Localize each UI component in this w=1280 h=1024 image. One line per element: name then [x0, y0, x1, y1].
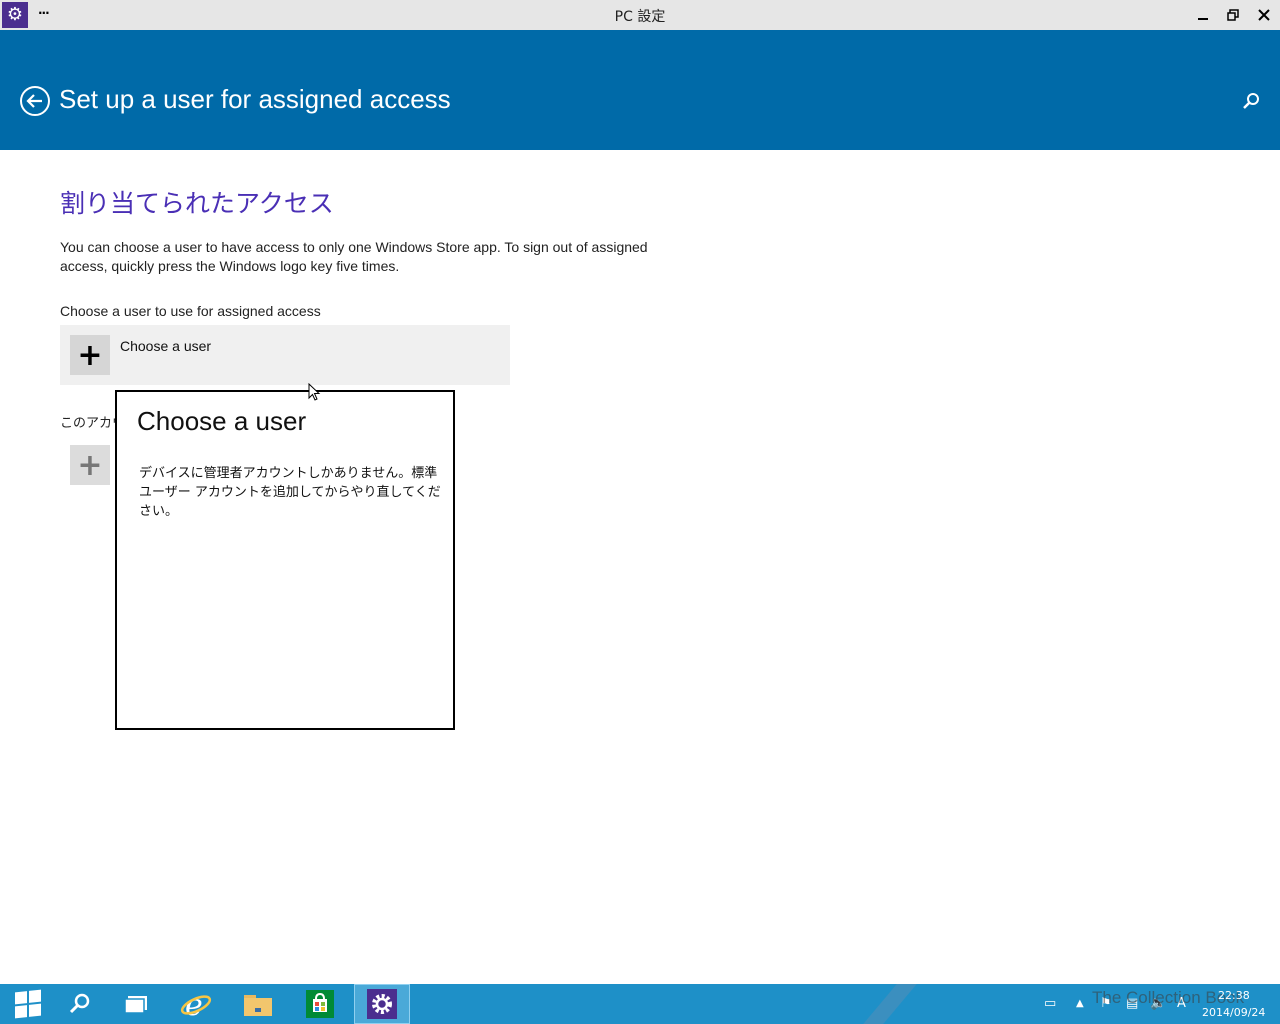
description-text: You can choose a user to have access to …: [60, 239, 648, 274]
title-bar: ⚙ ··· PC 設定: [0, 0, 1280, 30]
keyboard-icon[interactable]: ▭: [1044, 996, 1056, 1011]
file-explorer-icon[interactable]: [230, 984, 286, 1024]
plus-icon: +: [70, 335, 110, 375]
clock-date[interactable]: 2014/09/24: [1202, 1006, 1265, 1019]
page-title: Set up a user for assigned access: [59, 84, 451, 114]
choose-user-button-label: Choose a user: [120, 338, 212, 354]
window-title: PC 設定: [614, 9, 666, 25]
search-icon[interactable]: [52, 984, 108, 1024]
internet-explorer-icon[interactable]: e: [168, 984, 224, 1024]
taskbar: e ▭ ▲ ⚑ ▤ 🔈 A: [0, 984, 1280, 1024]
back-arrow-icon[interactable]: [20, 86, 50, 116]
settings-icon[interactable]: [354, 984, 410, 1024]
choose-user-label: Choose a user to use for assigned access: [60, 303, 321, 319]
restore-icon[interactable]: [1222, 4, 1244, 26]
store-icon[interactable]: [292, 984, 348, 1024]
mouse-cursor-icon: [308, 383, 321, 401]
minimize-icon[interactable]: [1192, 4, 1214, 26]
flyout-message: デバイスに管理者アカウントしかありません。標準ユーザー アカウントを追加してから…: [139, 466, 441, 519]
section-heading: 割り当てられたアクセス: [60, 189, 334, 218]
choose-user-flyout: Choose a user デバイスに管理者アカウントしかありません。標準ユーザ…: [115, 390, 455, 730]
start-icon[interactable]: [0, 984, 56, 1024]
show-hidden-icons-icon[interactable]: ▲: [1076, 998, 1084, 1009]
close-icon[interactable]: [1253, 4, 1275, 26]
plus-icon: +: [77, 447, 103, 483]
flyout-title: Choose a user: [137, 406, 307, 436]
clock-time[interactable]: 22:38: [1218, 989, 1250, 1002]
task-view-icon[interactable]: [108, 984, 164, 1024]
search-icon[interactable]: [1240, 90, 1262, 112]
choose-app-button[interactable]: +: [70, 445, 110, 485]
account-app-label: このアカウ: [60, 416, 116, 431]
choose-user-button[interactable]: + Choose a user: [60, 325, 510, 385]
page-header: Set up a user for assigned access: [0, 30, 1280, 150]
